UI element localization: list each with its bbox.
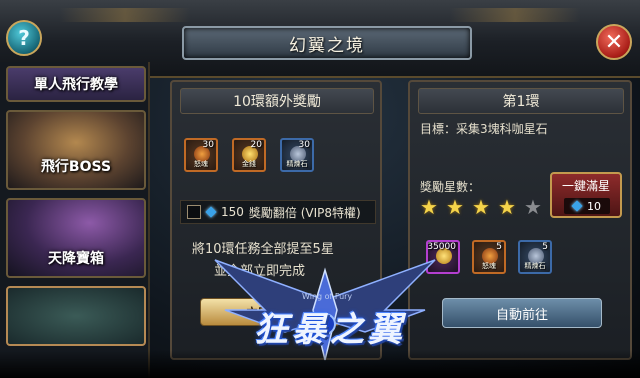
question-icon: ? <box>18 26 30 50</box>
sidebar-item-label: 飛行BOSS <box>40 159 112 175</box>
star-icon: ★ <box>472 195 490 219</box>
reward-slot-refine-stone[interactable]: 30 精煉石 <box>280 138 314 172</box>
vip-double-option: 150 獎勵翻倍 (VIP8特權) <box>180 200 376 224</box>
reward-slot-money[interactable]: 20 金錢 <box>232 138 266 172</box>
max-star-button[interactable]: 一鍵滿星 10 <box>550 172 622 218</box>
star-icon: ★ <box>498 195 516 219</box>
reward-count: 30 <box>202 140 214 150</box>
reward-name: 精煉石 <box>524 262 546 270</box>
close-icon: ✕ <box>604 29 624 55</box>
vip-double-checkbox[interactable] <box>187 205 201 219</box>
sidebar-item-selected[interactable] <box>6 286 146 346</box>
stars-label: 獎勵星數： <box>420 180 481 194</box>
max-star-cost: 10 <box>564 198 610 214</box>
reward-count: 5 <box>542 242 548 252</box>
help-button[interactable]: ? <box>6 20 42 56</box>
close-button[interactable]: ✕ <box>596 24 632 60</box>
auto-go-button[interactable]: 自動前往 <box>442 298 602 328</box>
reward-slot-fury-soul[interactable]: 30 怒魂 <box>184 138 218 172</box>
title-plate: 幻翼之境 <box>182 26 472 60</box>
ornament-left <box>60 8 190 22</box>
logo-tagline: Wing of Fury <box>302 292 353 301</box>
reward-slot-fury-soul[interactable]: 5 怒魂 <box>472 240 506 274</box>
game-screen: ? 幻翼之境 ✕ 單人飛行教學 飛行BOSS 天降寶箱 10環額外獎勵 30 怒… <box>0 0 640 378</box>
star-empty-icon: ★ <box>524 195 542 219</box>
reward-count: 5 <box>496 242 502 252</box>
reward-stars: ★ ★ ★ ★ ★ <box>418 196 548 218</box>
reward-count: 20 <box>250 140 262 150</box>
panel-title: 10環額外獎勵 <box>233 94 321 110</box>
panel-title: 第1環 <box>502 94 540 110</box>
button-label: 一鍵滿星 <box>561 179 610 193</box>
panel-header: 10環額外獎勵 <box>180 88 374 114</box>
diamond-icon <box>571 200 583 212</box>
vip-cost: 150 <box>221 205 244 219</box>
sidebar-item-flight-tutorial[interactable]: 單人飛行教學 <box>6 66 146 102</box>
reward-name: 怒魂 <box>482 262 496 270</box>
reward-name: 精煉石 <box>286 160 308 168</box>
star-icon: ★ <box>420 195 438 219</box>
sidebar-item-label: 天降寶箱 <box>48 251 104 267</box>
sidebar-item-treasure-chest[interactable]: 天降寶箱 <box>6 198 146 278</box>
button-label: 自動前往 <box>495 307 548 323</box>
logo-title: 狂暴之翼 <box>254 310 406 350</box>
reward-name: 金錢 <box>242 160 256 168</box>
star-icon: ★ <box>446 195 464 219</box>
reward-slot-refine-stone[interactable]: 5 精煉石 <box>518 240 552 274</box>
vip-text: 獎勵翻倍 (VIP8特權) <box>248 205 361 220</box>
panel-header: 第1環 <box>418 88 624 114</box>
bottom-shade <box>0 350 640 378</box>
sidebar: 單人飛行教學 飛行BOSS 天降寶箱 <box>0 62 150 378</box>
sidebar-item-flight-boss[interactable]: 飛行BOSS <box>6 110 146 190</box>
reward-name: 怒魂 <box>194 160 208 168</box>
ornament-right <box>450 8 580 22</box>
task-goal: 目標：采集3塊科咖星石 <box>420 122 548 136</box>
page-title: 幻翼之境 <box>289 35 365 56</box>
diamond-icon <box>205 206 217 218</box>
reward-count: 30 <box>298 140 310 150</box>
cost-value: 10 <box>587 199 601 213</box>
sidebar-item-label: 單人飛行教學 <box>34 77 118 93</box>
